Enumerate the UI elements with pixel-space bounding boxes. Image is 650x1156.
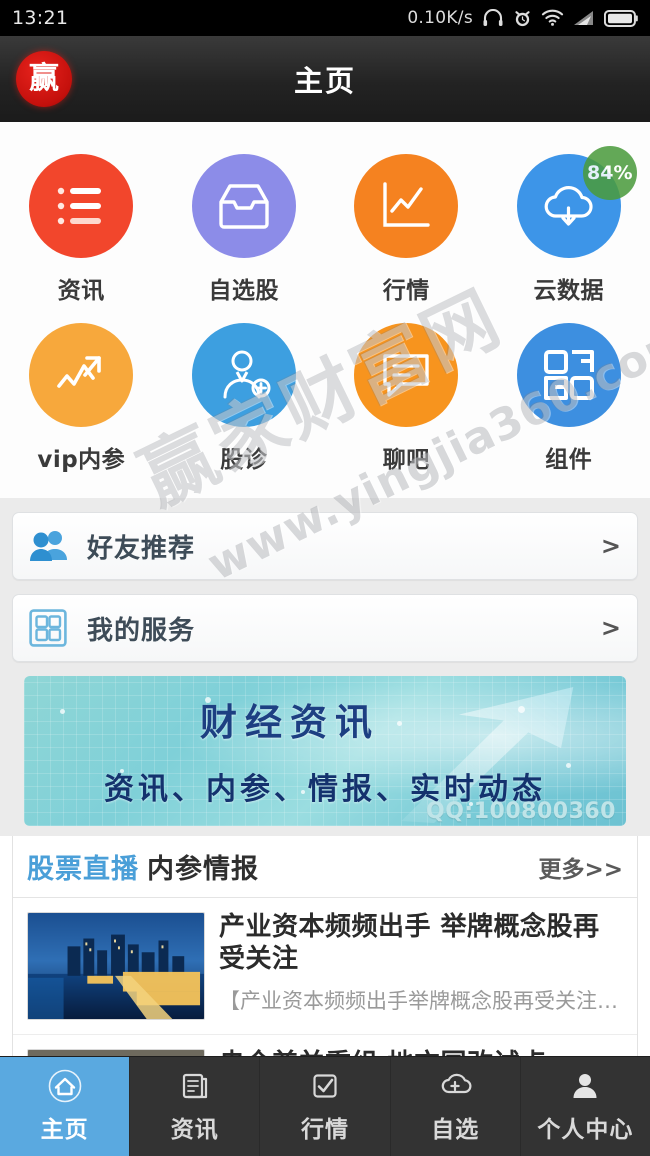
wifi-icon <box>541 9 564 27</box>
feature-label: 云数据 <box>533 278 604 304</box>
chevron-right-icon: > <box>600 614 621 642</box>
signal-icon <box>573 10 595 26</box>
feature-hangqing[interactable]: 行情 <box>325 146 488 315</box>
tab-label: 自选 <box>431 1117 480 1143</box>
feature-yunshuju[interactable]: 84% 云数据 <box>488 146 650 315</box>
feature-zixun[interactable]: 资讯 <box>0 146 163 315</box>
feature-guzhen[interactable]: 股诊 <box>163 315 326 484</box>
tab-label: 个人中心 <box>537 1117 634 1143</box>
cloud-download-icon: 84% <box>516 146 637 258</box>
tab-label: 主页 <box>40 1117 89 1143</box>
feature-label: 组件 <box>545 447 593 473</box>
feature-label: 股诊 <box>220 447 268 473</box>
chat-bubble-icon <box>354 323 459 427</box>
feature-zixuangu[interactable]: 自选股 <box>163 146 326 315</box>
tab-label: 资讯 <box>170 1117 219 1143</box>
app-logo[interactable]: 赢 <box>16 51 72 107</box>
trend-up-icon <box>29 323 134 427</box>
doctor-icon <box>191 323 296 427</box>
tab-news[interactable]: 资讯 <box>130 1057 261 1156</box>
feature-label: 自选股 <box>208 278 279 304</box>
inbox-icon <box>191 154 296 258</box>
tab-profile[interactable]: 个人中心 <box>521 1057 650 1156</box>
app-bar: 赢 主页 <box>0 36 650 122</box>
feature-liaoba[interactable]: 聊吧 <box>325 315 488 484</box>
chevron-right-icon: > <box>600 532 621 560</box>
row-label: 好友推荐 <box>87 533 196 564</box>
row-label: 我的服务 <box>87 615 196 646</box>
grid-squares-icon <box>29 609 73 647</box>
bottom-tab-bar: 主页 资讯 行情 自选 个人中心 <box>0 1056 650 1156</box>
row-my-services[interactable]: 我的服务 > <box>12 594 638 662</box>
headphone-icon <box>482 9 504 27</box>
news-header-secondary: 内参情报 <box>147 854 259 885</box>
feature-label: 聊吧 <box>382 447 430 473</box>
feature-grid-row-1: 资讯 自选股 行情 84% 云数据 <box>0 146 650 315</box>
tab-watchlist[interactable]: 自选 <box>391 1057 521 1156</box>
person-icon <box>568 1069 602 1103</box>
banner-title: 财经资讯 <box>200 701 380 744</box>
tab-home[interactable]: 主页 <box>0 1057 131 1156</box>
status-bar: 13:21 0.10K/s <box>0 0 650 36</box>
app-screen: 13:21 0.10K/s 赢 主页 资讯 自选股 行情 84% 云数据 vip… <box>0 0 650 1156</box>
feature-zujian[interactable]: 组件 <box>488 315 650 484</box>
widget-grid-icon <box>516 323 621 427</box>
city-skyline-thumb <box>27 912 205 1020</box>
news-title: 产业资本频频出手 举牌概念股再受关注 <box>219 912 600 974</box>
list-icon <box>29 154 134 258</box>
quote-check-icon <box>308 1069 342 1103</box>
finance-news-banner[interactable]: 财经资讯 资讯、内参、情报、实时动态 QQ:100800360 <box>24 676 626 826</box>
news-summary: 【产业资本频频出手举牌概念股再受关注】业… <box>219 989 623 1014</box>
alarm-icon <box>513 9 532 28</box>
status-time: 13:21 <box>12 7 69 29</box>
banner-qq: QQ:100800360 <box>426 799 616 824</box>
friends-icon <box>29 529 73 563</box>
page-title: 主页 <box>293 64 356 98</box>
battery-icon <box>604 9 638 27</box>
feature-label: 行情 <box>382 278 430 304</box>
row-friend-recommend[interactable]: 好友推荐 > <box>12 512 638 580</box>
line-chart-icon <box>354 154 459 258</box>
network-speed: 0.10K/s <box>407 8 473 28</box>
home-icon <box>48 1069 82 1103</box>
tab-label: 行情 <box>301 1117 349 1143</box>
news-item[interactable]: 产业资本频频出手 举牌概念股再受关注 【产业资本频频出手举牌概念股再受关注】业… <box>13 898 637 1035</box>
tab-quotes[interactable]: 行情 <box>260 1057 391 1156</box>
cloud-plus-icon <box>438 1069 472 1103</box>
feature-label: vip内参 <box>37 447 126 473</box>
news-section-header: 股票直播 内参情报 更多>> <box>13 836 637 898</box>
news-book-icon <box>178 1069 212 1103</box>
quick-links-panel: 好友推荐 > 我的服务 > 财经资讯 资讯、内参、情报、实时动态 QQ:1008… <box>0 498 650 836</box>
news-header-primary: 股票直播 <box>27 854 139 885</box>
feature-grid: 资讯 自选股 行情 84% 云数据 vip内参 股诊 聊吧 组件 <box>0 122 650 498</box>
cloud-badge: 84% <box>582 146 637 200</box>
feature-grid-row-2: vip内参 股诊 聊吧 组件 <box>0 315 650 484</box>
news-more-link[interactable]: 更多>> <box>538 850 623 884</box>
feature-label: 资讯 <box>57 278 105 304</box>
feature-vip-neican[interactable]: vip内参 <box>0 315 163 484</box>
